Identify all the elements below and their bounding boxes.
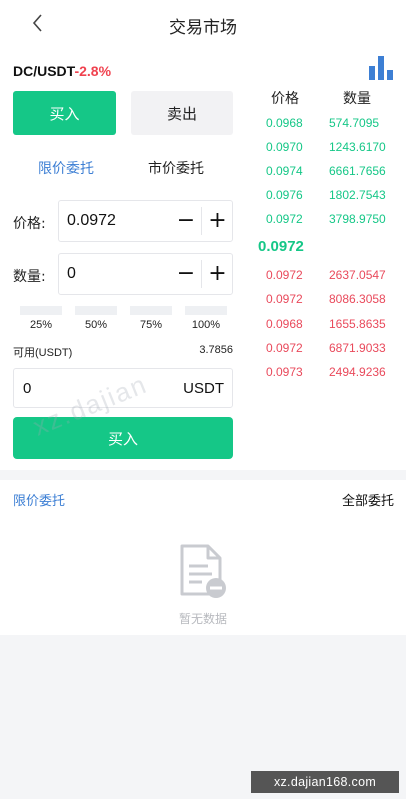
orderbook-bid-row[interactable]: 0.0968 574.7095 xyxy=(250,116,406,136)
percent-100-button[interactable]: 100% xyxy=(185,306,227,331)
trade-panel: 交易市场 DC/USDT-2.8% 买入 卖出 限价委托 市价委托 价格: 0.… xyxy=(0,0,406,470)
orderbook-price-header: 价格 xyxy=(271,91,299,107)
total-input[interactable]: 0 xyxy=(23,380,31,397)
buy-tab[interactable]: 买入 xyxy=(13,91,116,135)
bar-chart-icon[interactable] xyxy=(367,54,395,80)
percent-bar xyxy=(130,306,172,315)
ask-price: 0.0972 xyxy=(266,341,303,355)
ask-qty: 2637.0547 xyxy=(329,268,386,282)
header: 交易市场 xyxy=(0,0,406,48)
quantity-input[interactable]: 0 xyxy=(67,265,76,283)
price-change: -2.8% xyxy=(74,63,112,79)
ask-price: 0.0972 xyxy=(266,268,303,282)
ask-qty: 6871.9033 xyxy=(329,341,386,355)
price-label: 价格: xyxy=(13,216,46,232)
orders-section: 限价委托 全部委托 暂无数据 xyxy=(0,480,406,635)
orderbook-bid-row[interactable]: 0.0976 1802.7543 xyxy=(250,188,406,208)
orderbook-bid-row[interactable]: 0.0970 1243.6170 xyxy=(250,140,406,160)
orderbook-ask-row[interactable]: 0.0973 2494.9236 xyxy=(250,365,406,385)
bid-qty: 1802.7543 xyxy=(329,188,386,202)
price-increase-button[interactable]: + xyxy=(202,201,233,241)
quantity-increase-button[interactable]: + xyxy=(202,254,233,294)
ask-price: 0.0968 xyxy=(266,317,303,331)
total-field[interactable]: 0 USDT xyxy=(13,368,233,408)
watermark-url: xz.dajian168.com xyxy=(251,771,399,793)
quantity-label: 数量: xyxy=(13,269,46,285)
all-orders-link[interactable]: 全部委托 xyxy=(342,490,394,509)
ask-qty: 2494.9236 xyxy=(329,365,386,379)
tab-limit-orders[interactable]: 限价委托 xyxy=(13,490,65,509)
price-decrease-button[interactable]: − xyxy=(171,201,201,241)
total-unit: USDT xyxy=(183,380,224,397)
percent-bar xyxy=(185,306,227,315)
last-price: 0.0972 xyxy=(258,238,304,255)
bid-price: 0.0974 xyxy=(266,164,303,178)
tab-market-order[interactable]: 市价委托 xyxy=(148,158,204,178)
pair-name: DC/USDT xyxy=(13,63,75,79)
percent-50-button[interactable]: 50% xyxy=(75,306,117,331)
available-label: 可用(USDT) xyxy=(13,347,73,359)
submit-buy-button[interactable]: 买入 xyxy=(13,417,233,459)
orderbook-qty-header: 数量 xyxy=(343,91,371,107)
percent-label: 25% xyxy=(29,319,53,331)
percent-75-button[interactable]: 75% xyxy=(130,306,172,331)
bid-qty: 3798.9750 xyxy=(329,212,386,226)
page-title: 交易市场 xyxy=(169,18,237,38)
bid-price: 0.0970 xyxy=(266,140,303,154)
bid-qty: 574.7095 xyxy=(329,116,380,130)
available-value: 3.7856 xyxy=(199,344,233,356)
sell-tab[interactable]: 卖出 xyxy=(131,91,233,135)
bid-qty: 1243.6170 xyxy=(329,140,386,154)
ask-qty: 8086.3058 xyxy=(329,292,386,306)
percent-bar xyxy=(20,306,62,315)
orderbook-ask-row[interactable]: 0.0972 2637.0547 xyxy=(250,268,406,288)
orderbook-ask-row[interactable]: 0.0972 6871.9033 xyxy=(250,341,406,361)
percent-bar xyxy=(75,306,117,315)
ask-price: 0.0972 xyxy=(266,292,303,306)
empty-state-text: 暂无数据 xyxy=(178,612,227,626)
price-input[interactable]: 0.0972 xyxy=(67,212,116,230)
percent-label: 100% xyxy=(191,319,221,331)
pair-info: DC/USDT-2.8% xyxy=(13,63,111,79)
orderbook-ask-row[interactable]: 0.0968 1655.8635 xyxy=(250,317,406,337)
orderbook-bid-row[interactable]: 0.0972 3798.9750 xyxy=(250,212,406,232)
price-field: 0.0972 − + xyxy=(58,200,233,242)
orderbook-ask-row[interactable]: 0.0972 8086.3058 xyxy=(250,292,406,312)
bid-price: 0.0968 xyxy=(266,116,303,130)
bid-price: 0.0976 xyxy=(266,188,303,202)
bid-price: 0.0972 xyxy=(266,212,303,226)
no-data-document-icon xyxy=(180,544,226,598)
ask-price: 0.0973 xyxy=(266,365,303,379)
orderbook-bid-row[interactable]: 0.0974 6661.7656 xyxy=(250,164,406,184)
percent-label: 50% xyxy=(84,319,108,331)
quantity-decrease-button[interactable]: − xyxy=(171,254,201,294)
quantity-field: 0 − + xyxy=(58,253,233,295)
percent-25-button[interactable]: 25% xyxy=(20,306,62,331)
percent-label: 75% xyxy=(139,319,163,331)
ask-qty: 1655.8635 xyxy=(329,317,386,331)
tab-limit-order[interactable]: 限价委托 xyxy=(38,158,94,178)
bid-qty: 6661.7656 xyxy=(329,164,386,178)
